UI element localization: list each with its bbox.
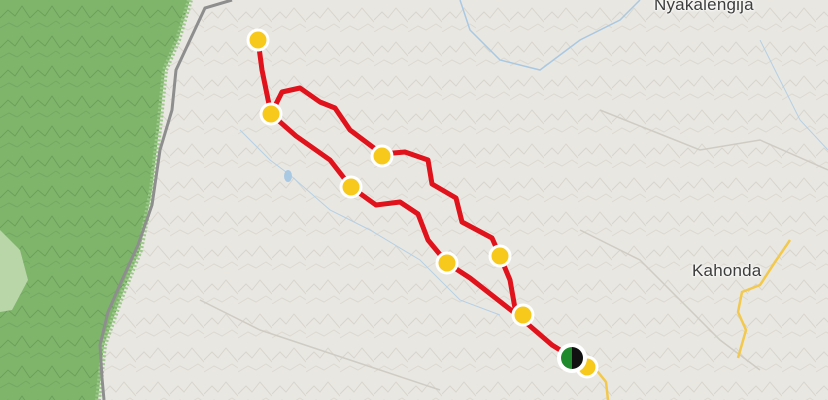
waypoint-marker[interactable]	[511, 303, 535, 327]
waypoint-marker[interactable]	[246, 28, 270, 52]
waypoint-marker[interactable]	[259, 102, 283, 126]
waypoint-marker[interactable]	[339, 175, 363, 199]
waypoint-marker[interactable]	[488, 244, 512, 268]
map-canvas[interactable]	[0, 0, 828, 400]
start-end-marker-icon[interactable]	[557, 343, 587, 373]
lake	[284, 170, 292, 182]
waypoint-marker[interactable]	[435, 251, 459, 275]
waypoint-marker[interactable]	[370, 144, 394, 168]
place-label-kahonda[interactable]: Kahonda	[692, 261, 761, 281]
place-label-nyakalengija[interactable]: Nyakalengija	[654, 0, 754, 15]
